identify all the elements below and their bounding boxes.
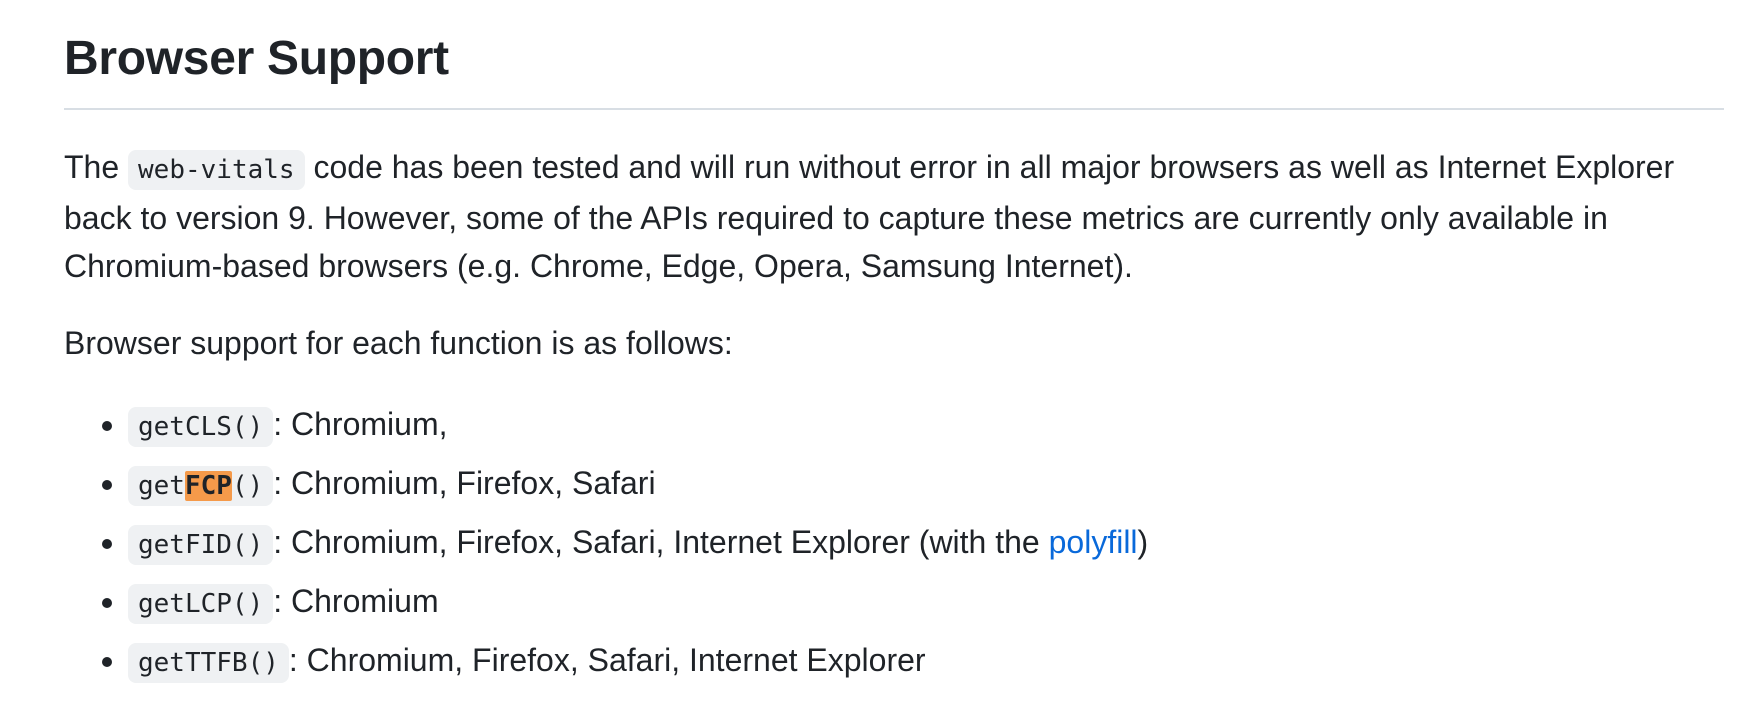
list-item-getcls: getCLS(): Chromium, — [128, 396, 1148, 455]
heading-divider — [64, 108, 1724, 110]
polyfill-link[interactable]: polyfill — [1049, 524, 1138, 560]
inline-code-getlcp: getLCP() — [128, 584, 274, 624]
support-text: : Chromium, Firefox, Safari, Internet Ex… — [273, 524, 1049, 560]
support-text: : Chromium, — [273, 406, 448, 442]
intro-text-start: The — [64, 149, 129, 185]
inline-code-getcls: getCLS() — [128, 407, 274, 447]
readme-section: Browser Support The web-vitals code has … — [0, 0, 1750, 726]
inline-code-getfcp: getFCP() — [128, 466, 274, 506]
list-item-getlcp: getLCP(): Chromium — [128, 573, 1148, 632]
section-heading: Browser Support — [64, 32, 449, 85]
support-intro: Browser support for each function is as … — [64, 325, 733, 361]
list-item-getfcp: getFCP(): Chromium, Firefox, Safari — [128, 455, 1148, 514]
intro-text-line3: Chromium-based browsers (e.g. Chrome, Ed… — [64, 248, 1133, 284]
list-item-getfid: getFID(): Chromium, Firefox, Safari, Int… — [128, 514, 1148, 573]
function-support-list: getCLS(): Chromium, getFCP(): Chromium, … — [64, 396, 1148, 691]
support-text: : Chromium, Firefox, Safari — [273, 465, 656, 501]
list-item-getttfb: getTTFB(): Chromium, Firefox, Safari, In… — [128, 632, 1148, 691]
inline-code-getfid: getFID() — [128, 525, 274, 565]
support-text: : Chromium — [273, 583, 439, 619]
inline-code-getttfb: getTTFB() — [128, 643, 289, 683]
intro-paragraph: The web-vitals code has been tested and … — [64, 143, 1674, 290]
support-text-end: ) — [1137, 524, 1149, 560]
intro-text-line1: code has been tested and will run withou… — [304, 149, 1675, 185]
code-prefix: get — [138, 471, 185, 501]
intro-text-line2: back to version 9. However, some of the … — [64, 200, 1608, 236]
support-text: : Chromium, Firefox, Safari, Internet Ex… — [288, 642, 926, 678]
code-suffix: () — [231, 471, 264, 501]
inline-code-web-vitals: web-vitals — [128, 150, 305, 190]
search-highlight: FCP — [184, 471, 232, 501]
